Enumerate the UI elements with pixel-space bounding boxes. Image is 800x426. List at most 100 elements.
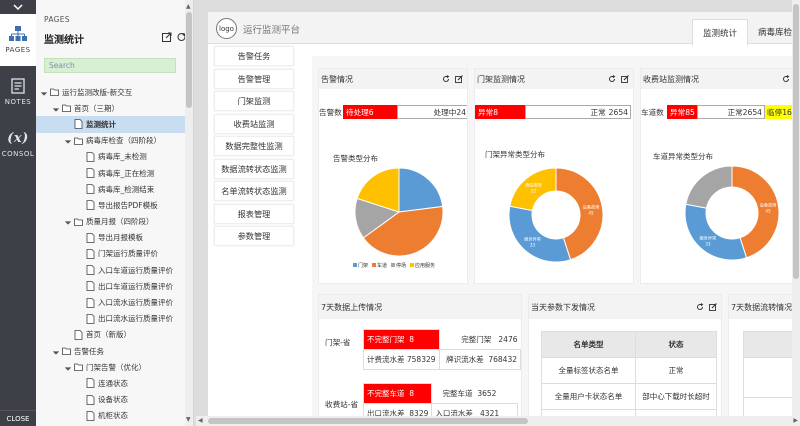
refresh-icon[interactable]: [696, 303, 704, 311]
tree-item[interactable]: 出口车道运行质量评价: [36, 278, 186, 294]
refresh-icon[interactable]: [608, 75, 616, 83]
scroll-down-icon[interactable]: ▼: [186, 416, 191, 423]
canvas-vscroll-thumb[interactable]: [793, 4, 799, 279]
gantry-upload-table: 不完整门架 8 完整门架 2476 计费流水差 758329 牌识流水差 768…: [363, 329, 521, 370]
rail-notes-label: NOTES: [4, 98, 32, 106]
canvas-vertical-scrollbar[interactable]: [792, 0, 800, 416]
tree-item[interactable]: 首页（新版）: [36, 327, 186, 343]
alarm-card: 告警情况 告警数 待处理 6 处理中 24 告警类型分布 门架 车道 停场 应用…: [318, 68, 468, 284]
alarm-count-label: 告警数: [319, 107, 342, 117]
rail-tab-console[interactable]: (x) CONSOL: [0, 118, 36, 170]
tree-item[interactable]: 病毒库_正在检测: [36, 165, 186, 181]
tree-item[interactable]: 入口流水运行质量评价: [36, 294, 186, 310]
folder-icon: [62, 104, 71, 113]
tree-item[interactable]: ◢ 告警任务: [36, 343, 186, 359]
panel-title: 监测统计: [44, 35, 84, 46]
abnormal-label: 异常: [670, 107, 686, 117]
gantry-abnormal-donut-chart: 设备故障45 服务异常33 通信故障22: [508, 167, 604, 263]
expand-triangle-icon[interactable]: ◢: [63, 216, 74, 227]
tree-item[interactable]: 门架运行质量评价: [36, 246, 186, 262]
scroll-right-icon[interactable]: ▶: [793, 417, 798, 424]
list-type-cell: 全量标签状态名单: [541, 357, 636, 384]
panel-scroll-thumb[interactable]: [186, 12, 192, 108]
pie-slice[interactable]: [398, 167, 444, 213]
collapse-chevron-icon[interactable]: [0, 0, 36, 14]
close-button[interactable]: CLOSE: [0, 410, 36, 426]
tree-item[interactable]: 导出报告PDF模板: [36, 197, 186, 213]
nav-item[interactable]: 收费站监测: [214, 113, 294, 134]
edit-icon[interactable]: [621, 75, 629, 83]
tree-item[interactable]: 设备状态: [36, 392, 186, 408]
tree-item[interactable]: 机柜状态: [36, 408, 186, 424]
expand-triangle-icon[interactable]: ◢: [63, 362, 74, 373]
nav-item[interactable]: 告警管理: [214, 68, 294, 89]
complete-gantry-cell: 完整门架 2476: [461, 334, 518, 344]
canvas-horizontal-scrollbar[interactable]: ◀ ▶: [196, 416, 800, 426]
tree-item[interactable]: 连通状态: [36, 375, 186, 391]
refresh-icon[interactable]: [782, 75, 790, 83]
tree-item[interactable]: 出口流水运行质量评价: [36, 311, 186, 327]
nav-item[interactable]: 告警任务: [214, 46, 294, 66]
expand-triangle-icon[interactable]: ◢: [39, 87, 50, 98]
tree-item[interactable]: ◢ 首页（三期）: [36, 100, 186, 116]
legend-item-gantry: 门架: [353, 262, 368, 269]
nav-item[interactable]: 门架监测: [214, 91, 294, 111]
tree-item[interactable]: 入口车道运行质量评价: [36, 262, 186, 278]
alarm-pending-badge[interactable]: 待处理 6: [343, 105, 397, 119]
app-title: 运行监测平台: [243, 25, 301, 36]
temp-value: 16: [782, 107, 792, 117]
station-abnormal-badge[interactable]: 异常 85: [667, 105, 697, 119]
tree-item-label: 门架运行质量评价: [98, 249, 158, 259]
tab-monitor-stats[interactable]: 监测统计: [692, 19, 749, 45]
export-icon[interactable]: [162, 32, 172, 42]
nav-item[interactable]: 名单流转状态监测: [214, 181, 294, 201]
tree-item[interactable]: 监测统计: [36, 116, 186, 133]
upload-card-header: 7天数据上传情况: [319, 295, 521, 319]
tree-item[interactable]: ◢ 门架告警（优化）: [36, 359, 186, 375]
tree-item[interactable]: 病毒库_未检测: [36, 149, 186, 165]
tree-item-label: 病毒库检查（四阶段）: [86, 136, 161, 146]
page-icon: [86, 168, 95, 178]
tree-item[interactable]: 病毒库_检测结束: [36, 181, 186, 197]
nav-item[interactable]: 参数管理: [214, 226, 294, 246]
panel-scrollbar[interactable]: ▲ ▼: [185, 0, 193, 426]
pie-slice[interactable]: [685, 165, 733, 209]
edit-icon[interactable]: [709, 303, 717, 311]
tree-item[interactable]: ◢ 运行监测改版-新交互: [36, 84, 186, 100]
tree-item[interactable]: ◢ 病毒库检查（四阶段）: [36, 133, 186, 149]
col-header-status: 状态: [635, 331, 717, 358]
search-input[interactable]: Search: [44, 58, 176, 73]
refresh-icon[interactable]: [442, 75, 450, 83]
pie-slice[interactable]: [684, 203, 748, 261]
tree-item[interactable]: ◢ 质量月报（四阶段）: [36, 214, 186, 230]
incomplete-lane-cell[interactable]: 不完整车道 8: [362, 383, 433, 404]
lane-abnormal-donut-chart: 设备故障45 服务异常33: [684, 165, 780, 261]
abnormal-label: 异常: [478, 107, 494, 117]
slice-value-label: 45: [588, 210, 594, 215]
expand-triangle-icon[interactable]: ◢: [51, 103, 62, 114]
rail-tab-pages[interactable]: PAGES: [0, 14, 36, 66]
canvas-hscroll-thumb[interactable]: [208, 418, 528, 424]
pages-panel: PAGES 监测统计 Search ◢ 运行监测改版-新交互 ◢ 首页（三期） 监测统计…: [36, 0, 194, 426]
nav-item[interactable]: 报表管理: [214, 203, 294, 224]
pie-slice[interactable]: [508, 205, 572, 263]
rail-tab-notes[interactable]: NOTES: [0, 66, 36, 118]
tree-item-label: 入口车道运行质量评价: [98, 265, 173, 275]
expand-triangle-icon[interactable]: ◢: [63, 135, 74, 146]
gantry-abnormal-badge[interactable]: 异常 8: [475, 105, 525, 119]
scroll-up-icon[interactable]: ▲: [186, 3, 191, 10]
incomplete-gantry-cell[interactable]: 不完整门架 8: [363, 329, 440, 350]
nav-item[interactable]: 数据完整性监测: [214, 136, 294, 156]
scroll-left-icon[interactable]: ◀: [198, 417, 203, 424]
tree-item-label: 导出月报模板: [98, 233, 143, 243]
tree-item-label: 病毒库_检测结束: [98, 184, 155, 194]
params-card-header: 当天参数下发情况: [529, 295, 721, 319]
station-temp-stop-badge[interactable]: 临停 16: [765, 105, 795, 119]
normal-value: 2654: [742, 107, 762, 117]
station-stat-row: 车道数 异常 85 正常 2654 临停 16: [641, 105, 800, 119]
alarm-pie-title: 告警类型分布: [333, 154, 378, 163]
tree-item[interactable]: 导出月报模板: [36, 230, 186, 246]
edit-icon[interactable]: [455, 75, 463, 83]
nav-item[interactable]: 数据流转状态监测: [214, 158, 294, 179]
expand-triangle-icon[interactable]: ◢: [51, 346, 62, 357]
